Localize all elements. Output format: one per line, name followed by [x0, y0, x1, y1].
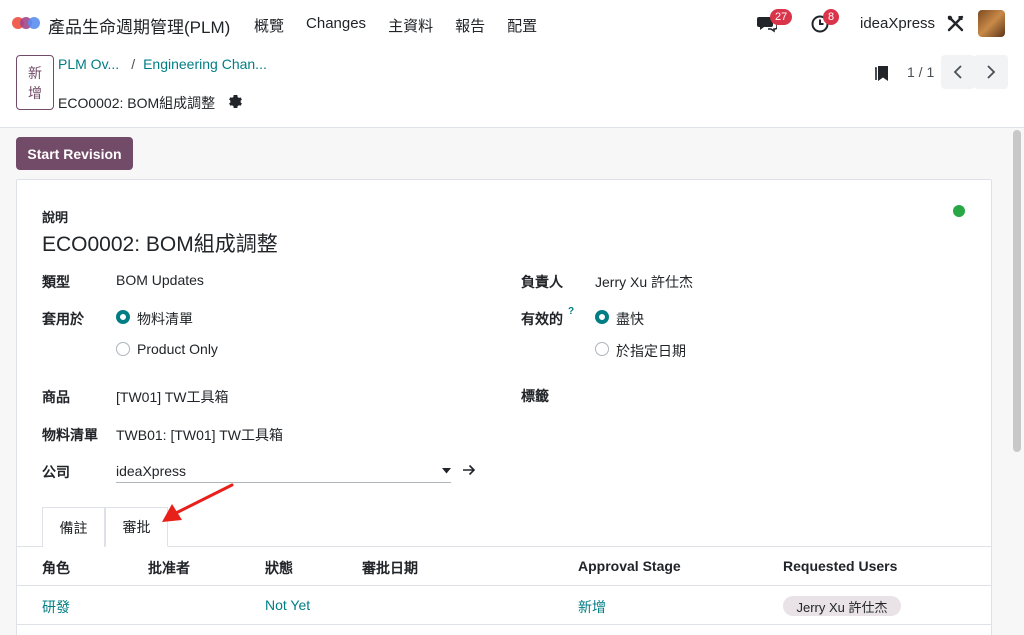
plm-app-logo-icon[interactable] — [12, 13, 42, 33]
column-header-approver[interactable]: 批准者 — [148, 558, 190, 578]
column-header-status[interactable]: 狀態 — [265, 558, 293, 578]
product-field[interactable]: [TW01] TW工具箱 — [116, 387, 229, 407]
main-menu: 概覽 Changes 主資料 報告 配置 — [254, 15, 559, 36]
status-indicator[interactable] — [953, 205, 965, 217]
company-label: 公司 — [42, 464, 70, 480]
start-revision-button[interactable]: Start Revision — [16, 137, 133, 170]
effective-asap-radio[interactable] — [595, 310, 609, 324]
menu-item-reporting[interactable]: 報告 — [455, 15, 485, 36]
caret-down-icon[interactable] — [442, 468, 451, 474]
apply-product-only-label[interactable]: Product Only — [137, 341, 218, 357]
requested-user-tag[interactable]: Jerry Xu 許仕杰 — [783, 596, 901, 616]
pager-previous-button[interactable] — [941, 55, 975, 89]
column-header-approval-date[interactable]: 審批日期 — [362, 558, 418, 578]
bom-field[interactable]: TWB01: [TW01] TW工具箱 — [116, 425, 283, 445]
apply-bom-radio[interactable] — [116, 310, 130, 324]
responsible-label: 負責人 — [521, 274, 563, 290]
column-header-role[interactable]: 角色 — [42, 558, 70, 578]
breadcrumb-engineering-changes[interactable]: Engineering Chan... — [143, 56, 267, 72]
top-navbar: 產品生命週期管理(PLM) 概覽 Changes 主資料 報告 配置 27 8 … — [0, 0, 1024, 46]
menu-item-configuration[interactable]: 配置 — [507, 15, 537, 36]
column-header-requested-users[interactable]: Requested Users — [783, 558, 897, 574]
tab-notes[interactable]: 備註 — [42, 507, 105, 547]
effective-date-label[interactable]: 於指定日期 — [616, 341, 686, 361]
debug-tools-icon[interactable] — [947, 15, 964, 32]
new-button-label-2: 增 — [28, 85, 42, 101]
app-title[interactable]: 產品生命週期管理(PLM) — [48, 13, 230, 38]
tags-label: 標籤 — [521, 388, 549, 404]
breadcrumb-separator: / — [131, 56, 136, 72]
description-field[interactable]: ECO0002: BOM組成調整 — [42, 228, 278, 258]
pager-next-button[interactable] — [974, 55, 1008, 89]
chevron-left-icon — [953, 65, 962, 79]
company-switcher[interactable]: ideaXpress — [860, 15, 935, 32]
annotation-arrow-icon — [162, 483, 234, 522]
column-header-approval-stage[interactable]: Approval Stage — [578, 558, 681, 574]
effective-help-tooltip[interactable]: ? — [568, 306, 574, 317]
menu-item-master-data[interactable]: 主資料 — [388, 15, 433, 36]
table-header-divider — [17, 585, 991, 586]
row-status-cell[interactable]: Not Yet — [265, 597, 310, 613]
product-label: 商品 — [42, 389, 70, 405]
gear-icon[interactable] — [229, 95, 242, 108]
pager-value[interactable]: 1 / 1 — [907, 64, 934, 80]
breadcrumb: PLM Ov... / Engineering Chan... — [58, 56, 267, 72]
menu-item-overview[interactable]: 概覽 — [254, 15, 284, 36]
user-avatar[interactable] — [978, 10, 1005, 37]
effective-label: 有效的 — [521, 311, 563, 327]
type-field[interactable]: BOM Updates — [116, 272, 204, 288]
type-label: 類型 — [42, 274, 70, 290]
row-stage-cell[interactable]: 新增 — [578, 597, 606, 617]
internal-link-arrow-icon[interactable] — [462, 464, 476, 476]
effective-asap-label[interactable]: 盡快 — [616, 309, 644, 329]
new-button[interactable]: 新 增 — [16, 55, 54, 110]
chevron-right-icon — [987, 65, 996, 79]
responsible-field[interactable]: Jerry Xu 許仕杰 — [595, 272, 693, 292]
description-label: 說明 — [42, 210, 69, 225]
effective-date-radio[interactable] — [595, 342, 609, 356]
messages-badge: 27 — [770, 9, 793, 25]
new-button-label-1: 新 — [28, 65, 42, 81]
table-row-divider — [17, 624, 991, 625]
apply-bom-label[interactable]: 物料清單 — [137, 309, 193, 329]
apply-product-only-radio[interactable] — [116, 342, 130, 356]
apply-on-label: 套用於 — [42, 311, 84, 327]
menu-item-changes[interactable]: Changes — [306, 15, 366, 36]
vertical-scrollbar[interactable] — [1013, 130, 1021, 452]
row-role-cell[interactable]: 研發 — [42, 597, 70, 617]
breadcrumb-plm-overview[interactable]: PLM Ov... — [58, 56, 119, 72]
bom-label: 物料清單 — [42, 427, 98, 443]
company-field[interactable]: ideaXpress — [116, 463, 186, 479]
bookmark-icon[interactable] — [874, 64, 890, 82]
record-title: ECO0002: BOM組成調整 — [58, 95, 216, 111]
activities-badge: 8 — [823, 9, 840, 25]
